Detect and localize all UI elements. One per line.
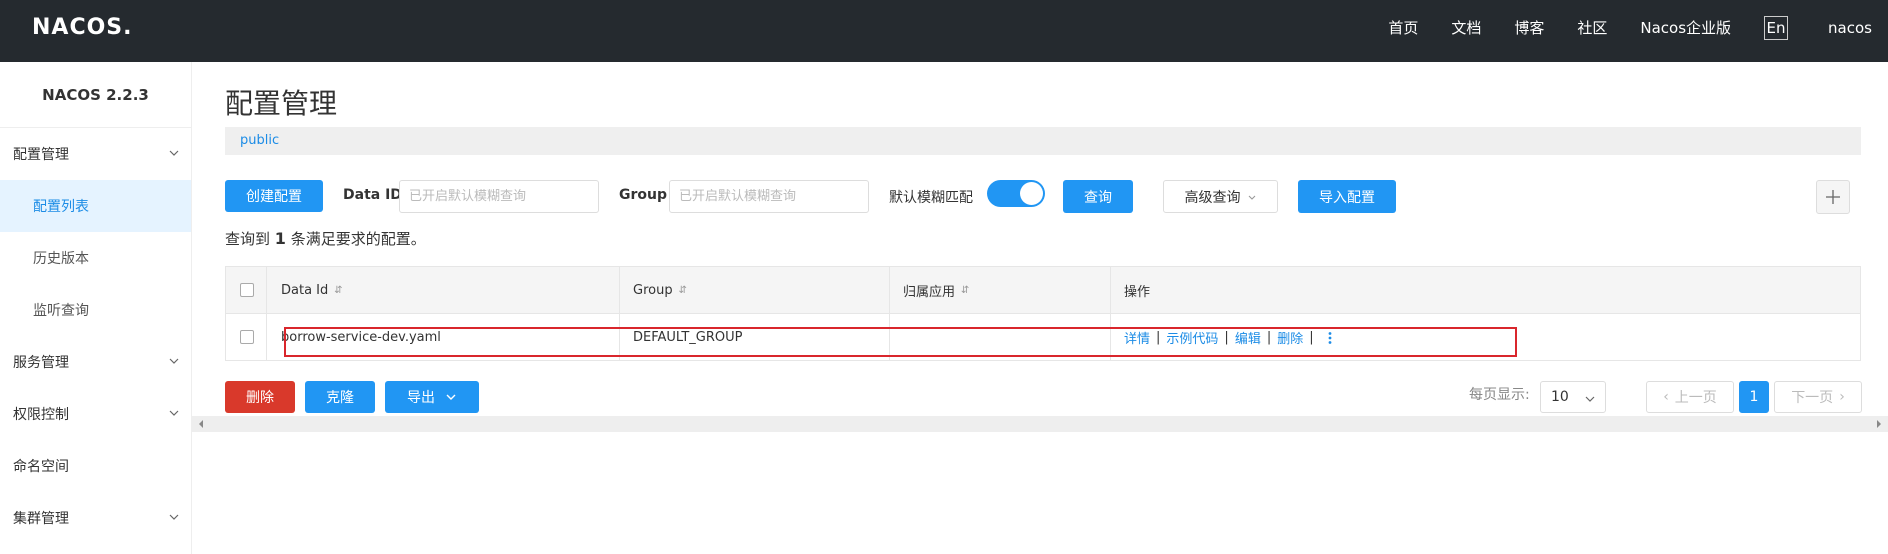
sidebar-item-config-management[interactable]: 配置管理	[0, 128, 191, 180]
export-button[interactable]: 导出	[385, 381, 479, 413]
col-header-label: 操作	[1124, 285, 1151, 300]
group-input-wrap	[669, 180, 869, 213]
data-id-input[interactable]	[409, 189, 598, 204]
group-label: Group	[619, 187, 668, 203]
chevron-down-icon	[169, 358, 179, 364]
sidebar-item-namespace[interactable]: 命名空间	[0, 440, 191, 492]
data-id-input-wrap	[399, 180, 599, 213]
query-button[interactable]: 查询	[1063, 180, 1133, 213]
sort-icon[interactable]: ⇵	[961, 285, 969, 296]
namespace-public[interactable]: public	[240, 133, 279, 148]
sort-icon[interactable]: ⇵	[679, 285, 687, 296]
export-label: 导出	[407, 390, 435, 406]
sidebar-item-label: 命名空间	[13, 459, 69, 475]
sidebar-item-cluster-management[interactable]: 集群管理	[0, 492, 191, 544]
user-menu[interactable]: nacos	[1828, 19, 1872, 37]
next-page-label: 下一页	[1791, 390, 1834, 406]
chevron-left-icon: ‹	[1663, 389, 1669, 405]
scroll-left-icon[interactable]	[196, 416, 206, 432]
top-nav: 首页 文档 博客 社区 Nacos企业版 En nacos	[1388, 0, 1888, 55]
logo-text: NACOS.	[32, 14, 133, 40]
page-1-button[interactable]: 1	[1739, 381, 1769, 413]
result-count: 1	[274, 229, 286, 248]
select-all-checkbox[interactable]	[240, 283, 254, 297]
nav-blog[interactable]: 博客	[1514, 17, 1544, 38]
plus-icon	[1826, 190, 1840, 204]
next-page-button[interactable]: 下一页 ›	[1774, 381, 1862, 413]
col-header-ops: 操作	[1124, 267, 1150, 314]
nacos-logo[interactable]: NACOS.	[32, 14, 133, 40]
col-header-data-id[interactable]: Data Id ⇵	[281, 267, 343, 314]
sidebar-version-title: NACOS 2.2.3	[0, 62, 191, 128]
page-size-select[interactable]: 10	[1540, 381, 1606, 413]
fuzzy-match-toggle[interactable]	[987, 180, 1045, 207]
add-button[interactable]	[1816, 180, 1850, 214]
chevron-right-icon: ›	[1839, 389, 1845, 405]
sidebar-item-history[interactable]: 历史版本	[0, 232, 191, 284]
col-header-label: Group	[633, 283, 673, 298]
sidebar-item-label: 权限控制	[13, 407, 69, 423]
page-title: 配置管理	[225, 87, 338, 120]
prev-page-label: 上一页	[1674, 390, 1717, 406]
advanced-query-label: 高级查询	[1184, 189, 1241, 206]
chevron-down-icon	[1585, 396, 1595, 402]
horizontal-scrollbar[interactable]	[192, 416, 1888, 432]
clone-button[interactable]: 克隆	[305, 381, 375, 413]
batch-delete-button[interactable]: 删除	[225, 381, 295, 413]
prev-page-button[interactable]: ‹ 上一页	[1646, 381, 1734, 413]
sidebar-item-label: 历史版本	[33, 251, 89, 267]
nav-enterprise[interactable]: Nacos企业版	[1640, 17, 1731, 38]
data-id-label: Data ID	[343, 187, 402, 203]
sidebar-item-listener-query[interactable]: 监听查询	[0, 284, 191, 336]
import-config-button[interactable]: 导入配置	[1298, 180, 1396, 213]
chevron-down-icon	[169, 150, 179, 156]
highlight-box	[284, 327, 1517, 357]
col-header-group[interactable]: Group ⇵	[633, 267, 687, 314]
sidebar-item-label: 服务管理	[13, 355, 69, 371]
main-content: 配置管理 public 创建配置 Data ID Group 默认模糊匹配 查询…	[192, 62, 1888, 554]
row-checkbox[interactable]	[240, 330, 254, 344]
col-divider	[266, 267, 267, 360]
advanced-query-button[interactable]: 高级查询	[1163, 180, 1278, 213]
toggle-knob	[1020, 182, 1043, 205]
sidebar-item-label: 监听查询	[33, 303, 89, 319]
chevron-down-icon	[169, 410, 179, 416]
nav-community[interactable]: 社区	[1577, 17, 1607, 38]
scroll-right-icon[interactable]	[1874, 416, 1884, 432]
col-header-label: 归属应用	[903, 285, 956, 300]
sidebar: NACOS 2.2.3 配置管理 配置列表 历史版本 监听查询 服务管理 权限控…	[0, 62, 192, 554]
page-size-value: 10	[1551, 389, 1569, 405]
col-header-app[interactable]: 归属应用 ⇵	[903, 267, 969, 314]
sort-icon[interactable]: ⇵	[334, 285, 342, 296]
result-summary: 查询到 1 条满足要求的配置。	[225, 228, 426, 249]
result-prefix: 查询到	[225, 230, 271, 248]
sidebar-item-config-list[interactable]: 配置列表	[0, 180, 191, 232]
sidebar-item-label: 配置列表	[33, 199, 89, 215]
namespace-bar: public	[225, 127, 1861, 155]
sidebar-item-label: 集群管理	[13, 511, 69, 527]
chevron-down-icon	[169, 514, 179, 520]
result-suffix: 条满足要求的配置。	[290, 230, 426, 248]
table-header	[226, 267, 1860, 314]
language-switch-button[interactable]: En	[1764, 15, 1789, 40]
group-input[interactable]	[679, 189, 868, 204]
sidebar-item-service-management[interactable]: 服务管理	[0, 336, 191, 388]
nav-docs[interactable]: 文档	[1451, 17, 1481, 38]
page-size-label: 每页显示:	[1469, 387, 1530, 403]
create-config-button[interactable]: 创建配置	[225, 180, 323, 212]
sidebar-item-access-control[interactable]: 权限控制	[0, 388, 191, 440]
chevron-down-icon	[446, 394, 456, 400]
chevron-down-icon	[1248, 195, 1255, 200]
fuzzy-match-label: 默认模糊匹配	[889, 190, 973, 206]
nav-home[interactable]: 首页	[1388, 17, 1418, 38]
sidebar-item-label: 配置管理	[13, 147, 69, 163]
col-header-label: Data Id	[281, 283, 329, 298]
top-bar: NACOS. 首页 文档 博客 社区 Nacos企业版 En nacos	[0, 0, 1888, 62]
